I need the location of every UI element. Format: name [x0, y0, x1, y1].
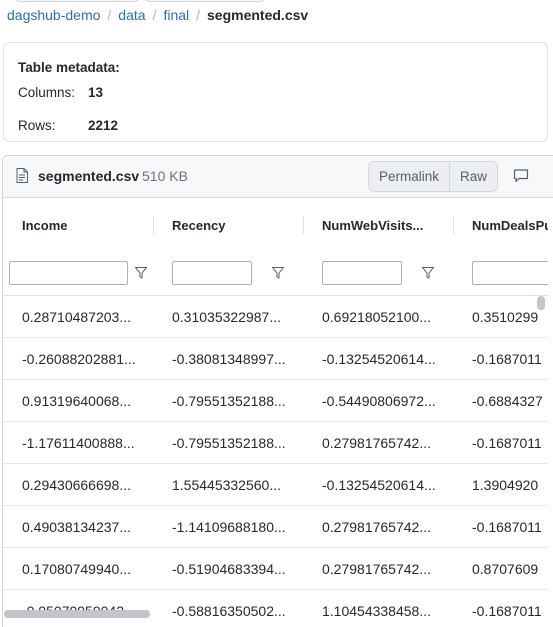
- file-size: 510 KB: [142, 168, 188, 184]
- filter-input-recency[interactable]: [172, 261, 252, 285]
- table-cell: 0.27981765742...: [322, 435, 431, 451]
- filter-icon[interactable]: [135, 267, 147, 279]
- breadcrumb-link-final[interactable]: final: [163, 7, 189, 23]
- metadata-rows-label: Rows:: [18, 118, 56, 133]
- table-cell: -0.79551352188...: [172, 435, 286, 451]
- table-cell: 0.29430666698...: [22, 477, 131, 493]
- metadata-columns-row: Columns: 13: [18, 85, 103, 100]
- top-button-partial[interactable]: [144, 0, 266, 2]
- table-cell: -1.17611400888...: [22, 435, 135, 451]
- table-cell: 0.69218052100...: [322, 309, 431, 325]
- document-icon: [16, 168, 28, 183]
- breadcrumb-link-data[interactable]: data: [118, 7, 145, 23]
- table-cell: 0.91319640068...: [22, 393, 131, 409]
- table-cell: -0.26088202881...: [22, 351, 136, 367]
- table-cell: 0.31035322987...: [172, 309, 281, 325]
- permalink-button[interactable]: Permalink: [369, 162, 450, 191]
- table-row: 0.29430666698... 1.55445332560... -0.132…: [3, 464, 548, 506]
- table-row: 0.91319640068... -0.79551352188... -0.54…: [3, 380, 548, 422]
- table-cell: -0.54490806972...: [322, 393, 436, 409]
- metadata-rows-row: Rows: 2212: [18, 118, 118, 133]
- table-cell: 0.17080749940...: [22, 561, 131, 577]
- filter-input-income[interactable]: [9, 261, 128, 285]
- breadcrumb-separator: /: [107, 7, 112, 23]
- table-cell: 1.55445332560...: [172, 477, 281, 493]
- metadata-columns-value: 13: [88, 85, 104, 100]
- table-cell: -0.79551352188...: [172, 393, 286, 409]
- table-cell: -0.58816350502...: [172, 603, 286, 619]
- raw-button[interactable]: Raw: [449, 162, 498, 191]
- breadcrumb-current-file: segmented.csv: [207, 7, 309, 23]
- column-divider[interactable]: [453, 216, 454, 234]
- column-divider[interactable]: [303, 216, 304, 234]
- top-button-partial[interactable]: [14, 0, 140, 2]
- table-row: 0.28710487203... 0.31035322987... 0.6921…: [3, 296, 548, 338]
- comment-icon[interactable]: [513, 169, 529, 183]
- filter-input-numwebvisits[interactable]: [322, 261, 402, 285]
- table-row: -0.95070959042... -0.58816350502... 1.10…: [3, 590, 548, 623]
- table-cell: -0.1687011: [472, 435, 542, 451]
- breadcrumb-separator: /: [196, 7, 201, 23]
- table-row: 0.17080749940... -0.51904683394... 0.279…: [3, 548, 548, 590]
- table-cell: -0.6884327: [472, 393, 543, 409]
- table-cell: -0.13254520614...: [322, 477, 436, 493]
- column-header-numdeals[interactable]: NumDealsPu: [472, 198, 548, 252]
- file-name: segmented.csv: [38, 168, 140, 184]
- filter-icon[interactable]: [422, 267, 434, 279]
- table-cell: -0.1687011: [472, 351, 542, 367]
- csv-table: Income Recency NumWebVisits... NumDealsP…: [3, 198, 548, 623]
- table-cell: 0.27981765742...: [322, 561, 431, 577]
- table-cell: -0.38081348997...: [172, 351, 286, 367]
- table-cell: -1.14109688180...: [172, 519, 286, 535]
- column-header-recency[interactable]: Recency: [172, 198, 292, 252]
- file-header: segmented.csv 510 KB Permalink Raw: [3, 156, 553, 198]
- table-cell: -0.1687011: [472, 519, 542, 535]
- table-cell: 0.8707609: [472, 561, 539, 577]
- table-row: -1.17611400888... -0.79551352188... 0.27…: [3, 422, 548, 464]
- vertical-scrollbar-thumb[interactable]: [537, 296, 545, 310]
- table-row: 0.49038134237... -1.14109688180... 0.279…: [3, 506, 548, 548]
- table-row: -0.26088202881... -0.38081348997... -0.1…: [3, 338, 548, 380]
- horizontal-scrollbar-thumb[interactable]: [4, 610, 150, 618]
- metadata-rows-value: 2212: [88, 118, 119, 133]
- table-cell: -0.1687011: [472, 603, 542, 619]
- table-cell: -0.51904683394...: [172, 561, 286, 577]
- column-header-numwebvisits[interactable]: NumWebVisits...: [322, 198, 442, 252]
- column-header-income[interactable]: Income: [22, 198, 142, 252]
- file-action-buttons: Permalink Raw: [368, 161, 499, 192]
- breadcrumb-separator: /: [152, 7, 157, 23]
- table-cell: 0.27981765742...: [322, 519, 431, 535]
- filter-input-numdeals[interactable]: [472, 261, 548, 285]
- table-cell: 1.10454338458...: [322, 603, 431, 619]
- file-viewer-panel: segmented.csv 510 KB Permalink Raw Incom…: [2, 155, 553, 627]
- table-cell: -0.13254520614...: [322, 351, 436, 367]
- filter-icon[interactable]: [272, 267, 284, 279]
- column-divider[interactable]: [153, 216, 154, 234]
- table-metadata-card: Table metadata: Columns: 13 Rows: 2212: [3, 42, 548, 142]
- table-cell: 1.3904920: [472, 477, 539, 493]
- table-cell: 0.3510299: [472, 309, 539, 325]
- table-cell: 0.49038134237...: [22, 519, 131, 535]
- filter-row: [3, 252, 548, 296]
- breadcrumb: dagshub-demo / data / final / segmented.…: [7, 7, 308, 23]
- metadata-columns-label: Columns:: [18, 85, 76, 100]
- metadata-title: Table metadata:: [18, 60, 120, 75]
- breadcrumb-link-repo[interactable]: dagshub-demo: [7, 7, 100, 23]
- table-cell: 0.28710487203...: [22, 309, 131, 325]
